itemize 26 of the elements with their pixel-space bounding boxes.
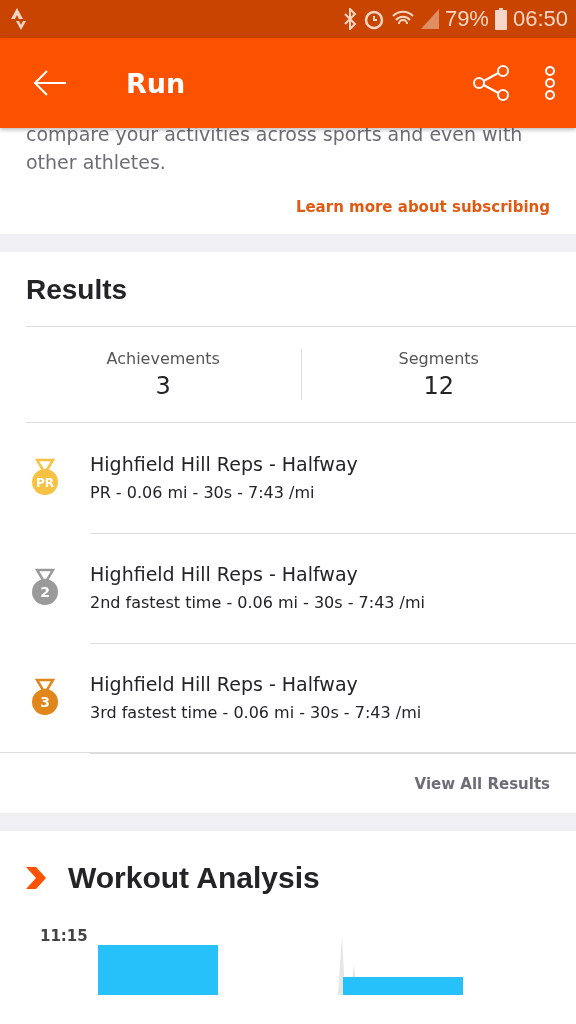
segment-detail: 3rd fastest time - 0.06 mi - 30s - 7:43 /mi (90, 703, 423, 722)
segment-name: Highfield Hill Reps - Halfway (90, 563, 359, 585)
stat-value: 3 (155, 372, 171, 400)
stat-label: Achievements (106, 349, 220, 368)
bluetooth-icon (342, 8, 357, 30)
signal-icon (420, 9, 439, 29)
axis-label: 11:15 (40, 927, 88, 945)
promo-text: compare your activities across sports and even with other athletes. (25, 122, 524, 175)
app-logo-icon (8, 8, 26, 30)
segment-detail: PR - 0.06 mi - 30s - 7:43 /mi (90, 483, 316, 502)
section-title: Workout Analysis (68, 861, 320, 895)
stat-label: Segments (398, 349, 479, 368)
segment-detail: 2nd fastest time - 0.06 mi - 30s - 7:43 /mi (90, 593, 426, 612)
battery-level: 79% (444, 6, 489, 32)
subscribe-link[interactable]: Learn more about subscribing (295, 198, 550, 216)
section-title: Results (25, 273, 129, 307)
view-all-link[interactable]: View All Results (414, 775, 550, 793)
chevron-icon (26, 867, 46, 889)
battery-icon (494, 8, 507, 30)
segment-name: Highfield Hill Reps - Halfway (90, 673, 359, 695)
segment-name: Highfield Hill Reps - Halfway (90, 453, 359, 475)
screen-title: Run (126, 67, 186, 99)
stat-value: 12 (423, 372, 454, 400)
clock: 06:50 (512, 6, 568, 32)
alarm-icon (362, 8, 385, 30)
more-icon[interactable] (544, 65, 556, 101)
